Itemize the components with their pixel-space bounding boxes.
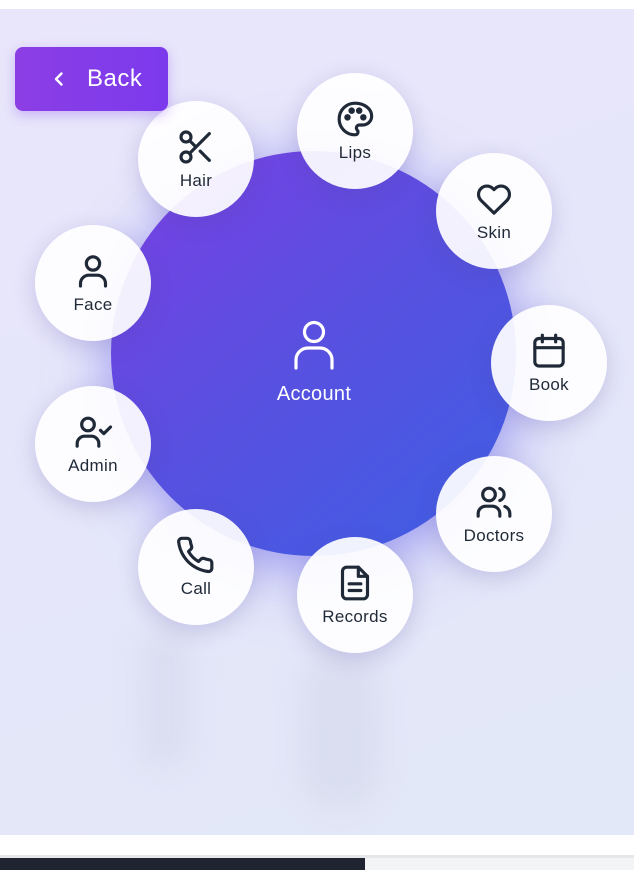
taskbar-left [0,858,365,870]
menu-item-label: Face [73,295,113,314]
menu-item-label: Skin [476,223,512,242]
top-edge [0,0,634,9]
user-icon [294,320,334,370]
menu-item-label: Call [180,579,212,598]
taskbar-right [365,858,634,870]
background-blur [140,629,190,769]
menu-item-label: Book [529,375,569,394]
menu-item-call[interactable]: Call [138,509,254,625]
taskbar [0,855,634,870]
menu-item-records[interactable]: Records [297,537,413,653]
menu-item-hair[interactable]: Hair [138,101,254,217]
hub-label: Account [276,383,352,405]
menu-item-doctors[interactable]: Doctors [436,456,552,572]
menu-item-book[interactable]: Book [491,305,607,421]
menu-item-skin[interactable]: Skin [436,153,552,269]
chevron-left-icon [54,72,63,86]
scissors-icon [179,130,211,164]
menu-item-face[interactable]: Face [35,225,151,341]
calendar-icon [533,333,565,368]
menu-item-admin[interactable]: Admin [35,386,151,502]
menu-item-label: Hair [179,171,213,190]
menu-item-label: Doctors [463,526,525,545]
menu-item-label: Records [322,607,388,626]
menu-item-label: Admin [68,456,118,475]
user-icon [78,255,108,288]
users-icon [476,486,512,518]
user-check-icon [75,416,113,448]
back-button-label: Back [87,65,143,92]
background-blur [300,649,380,809]
menu-item-lips[interactable]: Lips [297,73,413,189]
palette-icon [337,101,374,137]
phone-icon [177,536,214,574]
heart-icon [476,184,512,215]
document-icon [340,565,370,601]
back-button[interactable]: Back [15,47,168,111]
menu-item-label: Lips [338,143,372,162]
bottom-edge [0,835,634,855]
